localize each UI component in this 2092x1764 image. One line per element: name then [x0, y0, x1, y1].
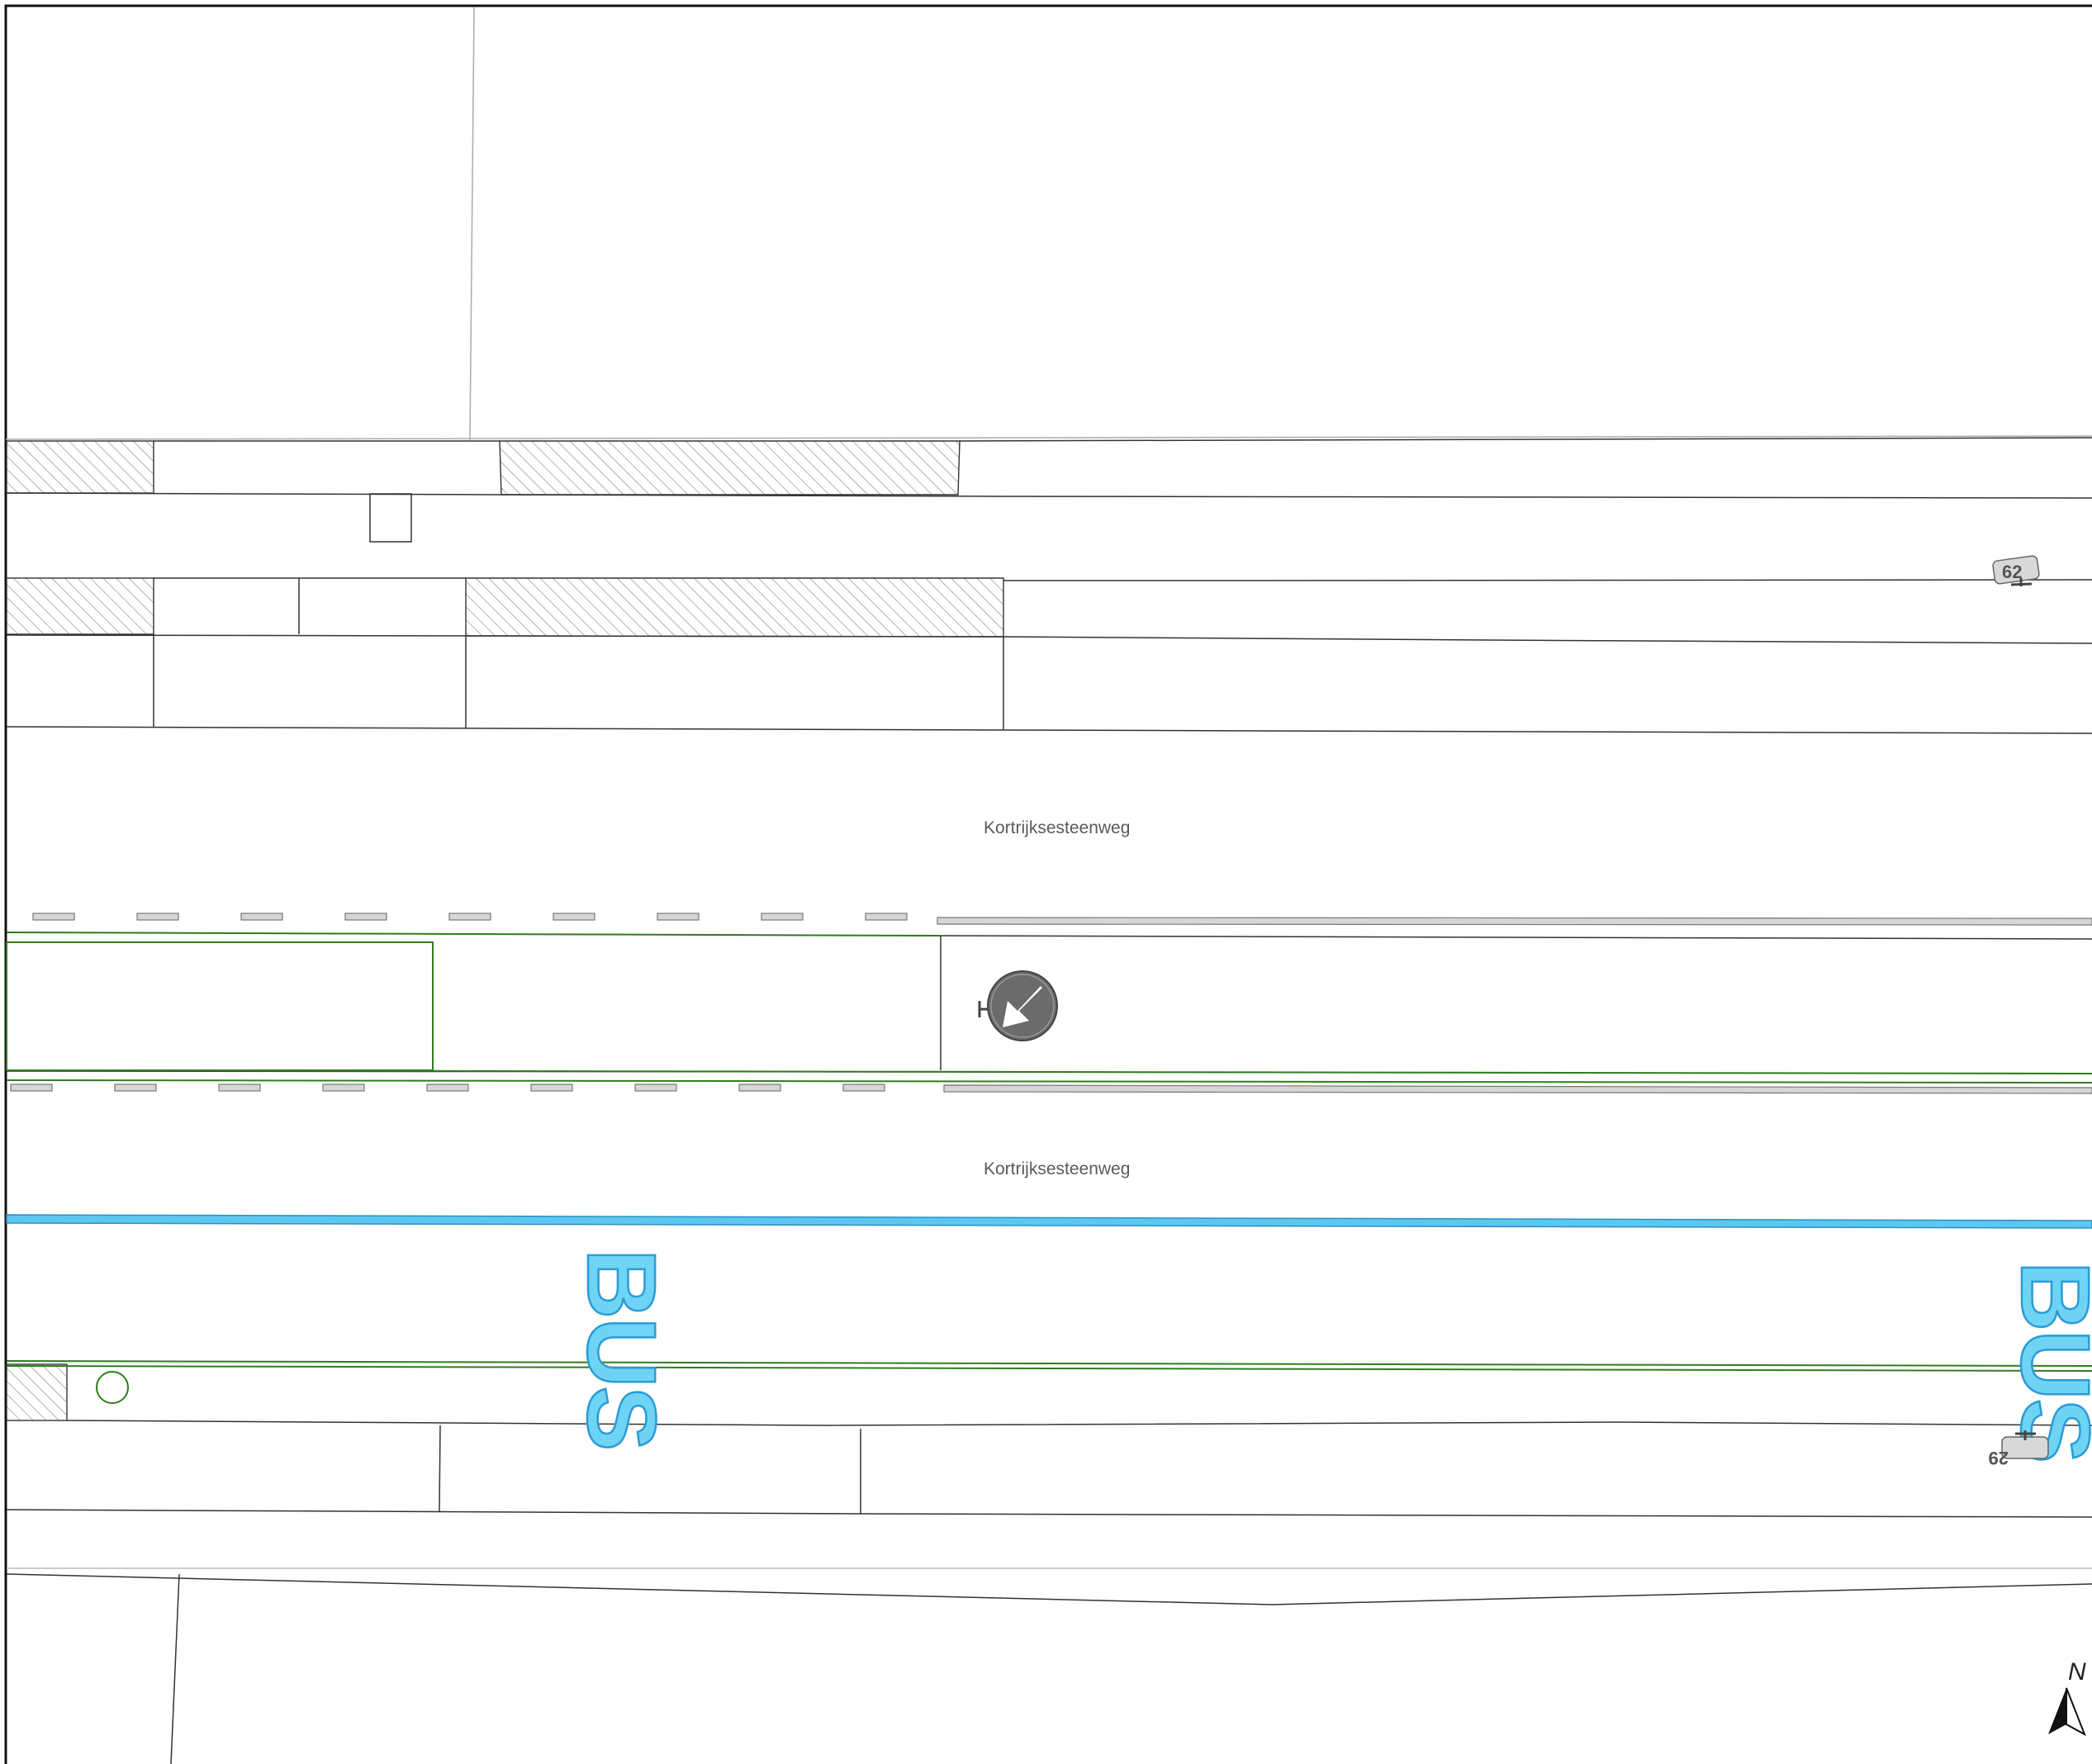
bus-marking-1: BUS: [567, 1249, 676, 1449]
lane-marking-lower: [10, 1084, 2092, 1094]
keep-left-arrow-sign-icon: [978, 970, 1058, 1041]
map-frame: [4, 4, 2092, 1764]
svg-text:62: 62: [2002, 562, 2022, 582]
street-label-upper: Kortrijksesteenweg: [984, 818, 1130, 837]
bus-marking-2: BUS: [2000, 1261, 2092, 1462]
lane-marking-upper: [32, 913, 2092, 926]
map-canvas: BUS BUS Kortrijksesteenweg Kortrijkseste…: [4, 4, 2092, 1764]
tree-icon: [96, 1371, 129, 1404]
house-number-north: 62: [1992, 555, 2040, 586]
north-arrow-icon: N: [2048, 1658, 2086, 1737]
svg-text:N: N: [2068, 1658, 2086, 1686]
parcel-lines: [6, 437, 2092, 1764]
parcel-lines-top: [5, 7, 2092, 441]
svg-text:29: 29: [1989, 1448, 2009, 1468]
bus-lane-line: [6, 1214, 2092, 1229]
street-label-lower: Kortrijksesteenweg: [984, 1159, 1130, 1178]
hatched-buildings: [6, 440, 1004, 1421]
